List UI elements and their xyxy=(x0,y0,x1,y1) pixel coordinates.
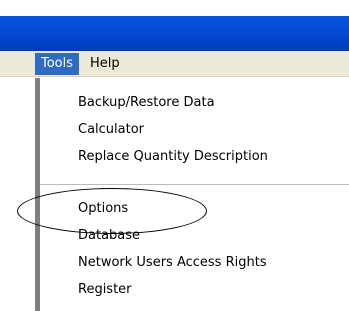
menu-separator xyxy=(40,184,349,185)
menu-item-backup-restore[interactable]: Backup/Restore Data xyxy=(78,92,215,114)
menu-item-replace-quantity-description[interactable]: Replace Quantity Description xyxy=(78,146,268,168)
menu-tools[interactable]: Tools xyxy=(35,53,80,75)
menu-item-calculator[interactable]: Calculator xyxy=(78,119,144,141)
menu-item-options[interactable]: Options xyxy=(78,198,128,220)
menu-help[interactable]: Help xyxy=(84,53,126,75)
window-top-whitespace xyxy=(0,0,349,16)
menu-item-database[interactable]: Database xyxy=(78,225,140,247)
dropdown-left-rail xyxy=(35,78,40,311)
menu-item-register[interactable]: Register xyxy=(78,279,132,301)
menu-item-network-users-access-rights[interactable]: Network Users Access Rights xyxy=(78,252,267,274)
menubar: Tools Help xyxy=(0,51,349,77)
